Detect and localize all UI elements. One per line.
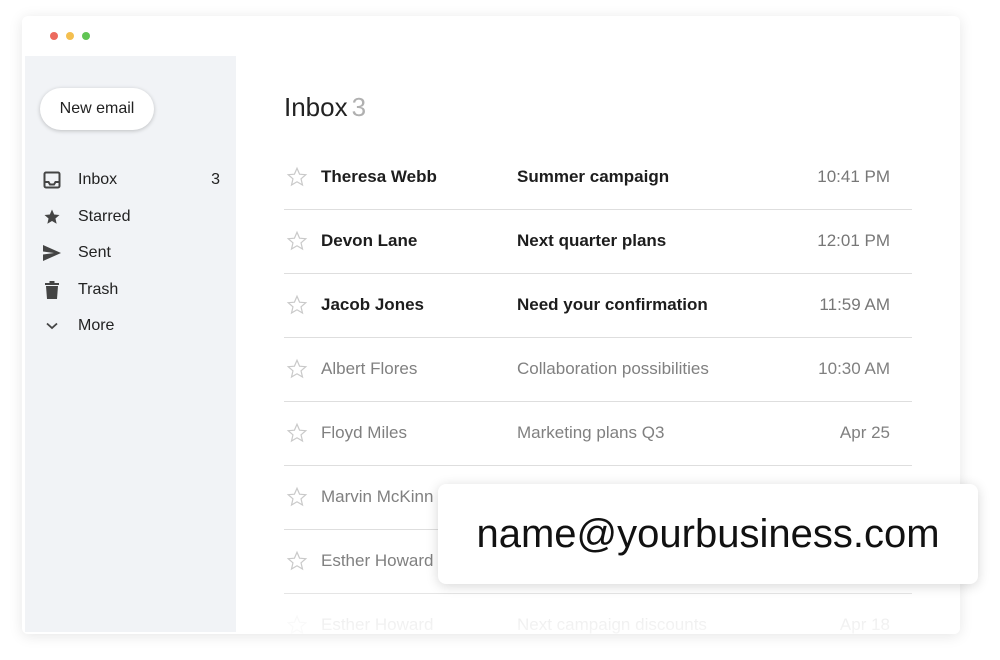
email-subject: Marketing plans Q3 bbox=[517, 423, 665, 442]
email-sender: Devon Lane bbox=[321, 231, 418, 250]
email-subject: Need your confirmation bbox=[517, 295, 708, 314]
email-subject: Next quarter plans bbox=[517, 231, 667, 250]
maximize-window-button[interactable] bbox=[82, 32, 90, 40]
email-row[interactable]: Devon Lane Next quarter plans 12:01 PM bbox=[284, 210, 912, 274]
star-outline-icon[interactable] bbox=[286, 486, 308, 508]
sidebar-nav: Inbox 3 Starred Sent Trash More bbox=[25, 162, 236, 345]
sidebar-item-label: More bbox=[78, 317, 115, 335]
chevron-down-icon bbox=[42, 316, 62, 336]
email-sender: Jacob Jones bbox=[321, 295, 424, 314]
inbox-icon bbox=[42, 170, 62, 190]
trash-icon bbox=[42, 280, 62, 300]
email-time: 10:41 PM bbox=[817, 167, 890, 186]
email-sender: Esther Howard bbox=[321, 551, 434, 570]
email-sender: Albert Flores bbox=[321, 359, 418, 378]
sidebar-item-label: Sent bbox=[78, 244, 111, 262]
email-address-card: name@yourbusiness.com bbox=[438, 484, 978, 584]
star-outline-icon[interactable] bbox=[286, 422, 308, 444]
sidebar-item-sent[interactable]: Sent bbox=[25, 235, 236, 272]
email-row[interactable]: Jacob Jones Need your confirmation 11:59… bbox=[284, 274, 912, 338]
new-email-button[interactable]: New email bbox=[40, 88, 154, 130]
page-title: Inbox 3 bbox=[284, 92, 366, 123]
page-title-text: Inbox bbox=[284, 92, 348, 122]
inbox-unread-count: 3 bbox=[211, 171, 220, 189]
email-address-text: name@yourbusiness.com bbox=[476, 511, 940, 556]
send-icon bbox=[42, 243, 62, 263]
email-sender: Floyd Miles bbox=[321, 423, 407, 442]
email-time: Apr 25 bbox=[839, 423, 890, 442]
sidebar-item-inbox[interactable]: Inbox 3 bbox=[25, 162, 236, 199]
email-row[interactable]: Esther Howard Next campaign discounts Ap… bbox=[284, 594, 912, 634]
star-outline-icon[interactable] bbox=[286, 550, 308, 572]
sidebar-item-starred[interactable]: Starred bbox=[25, 199, 236, 236]
email-row[interactable]: Floyd Miles Marketing plans Q3 Apr 25 bbox=[284, 402, 912, 466]
email-subject: Next campaign discounts bbox=[517, 615, 707, 634]
email-time: 12:01 PM bbox=[817, 231, 890, 250]
sidebar-item-trash[interactable]: Trash bbox=[25, 272, 236, 309]
email-time: 10:30 AM bbox=[818, 359, 890, 378]
star-outline-icon[interactable] bbox=[286, 294, 308, 316]
sidebar: New email Inbox 3 Starred Sent Trash Mor… bbox=[25, 56, 236, 632]
email-time: Apr 18 bbox=[839, 615, 890, 634]
email-subject: Collaboration possibilities bbox=[517, 359, 709, 378]
email-sender: Marvin McKinn bbox=[321, 487, 434, 506]
sidebar-item-label: Starred bbox=[78, 207, 131, 225]
sidebar-item-label: Trash bbox=[78, 280, 119, 298]
email-time: 11:59 AM bbox=[819, 295, 890, 314]
title-bar bbox=[22, 16, 960, 56]
sidebar-item-more[interactable]: More bbox=[25, 308, 236, 345]
star-outline-icon[interactable] bbox=[286, 230, 308, 252]
star-outline-icon[interactable] bbox=[286, 614, 308, 634]
email-sender: Esther Howard bbox=[321, 615, 434, 634]
page-title-count: 3 bbox=[351, 92, 367, 122]
star-outline-icon[interactable] bbox=[286, 166, 308, 188]
minimize-window-button[interactable] bbox=[66, 32, 74, 40]
star-icon bbox=[42, 207, 62, 227]
sidebar-item-label: Inbox bbox=[78, 171, 118, 189]
email-row[interactable]: Albert Flores Collaboration possibilitie… bbox=[284, 338, 912, 402]
email-row[interactable]: Theresa Webb Summer campaign 10:41 PM bbox=[284, 146, 912, 210]
email-subject: Summer campaign bbox=[517, 167, 670, 186]
star-outline-icon[interactable] bbox=[286, 358, 308, 380]
email-sender: Theresa Webb bbox=[321, 167, 437, 186]
close-window-button[interactable] bbox=[50, 32, 58, 40]
